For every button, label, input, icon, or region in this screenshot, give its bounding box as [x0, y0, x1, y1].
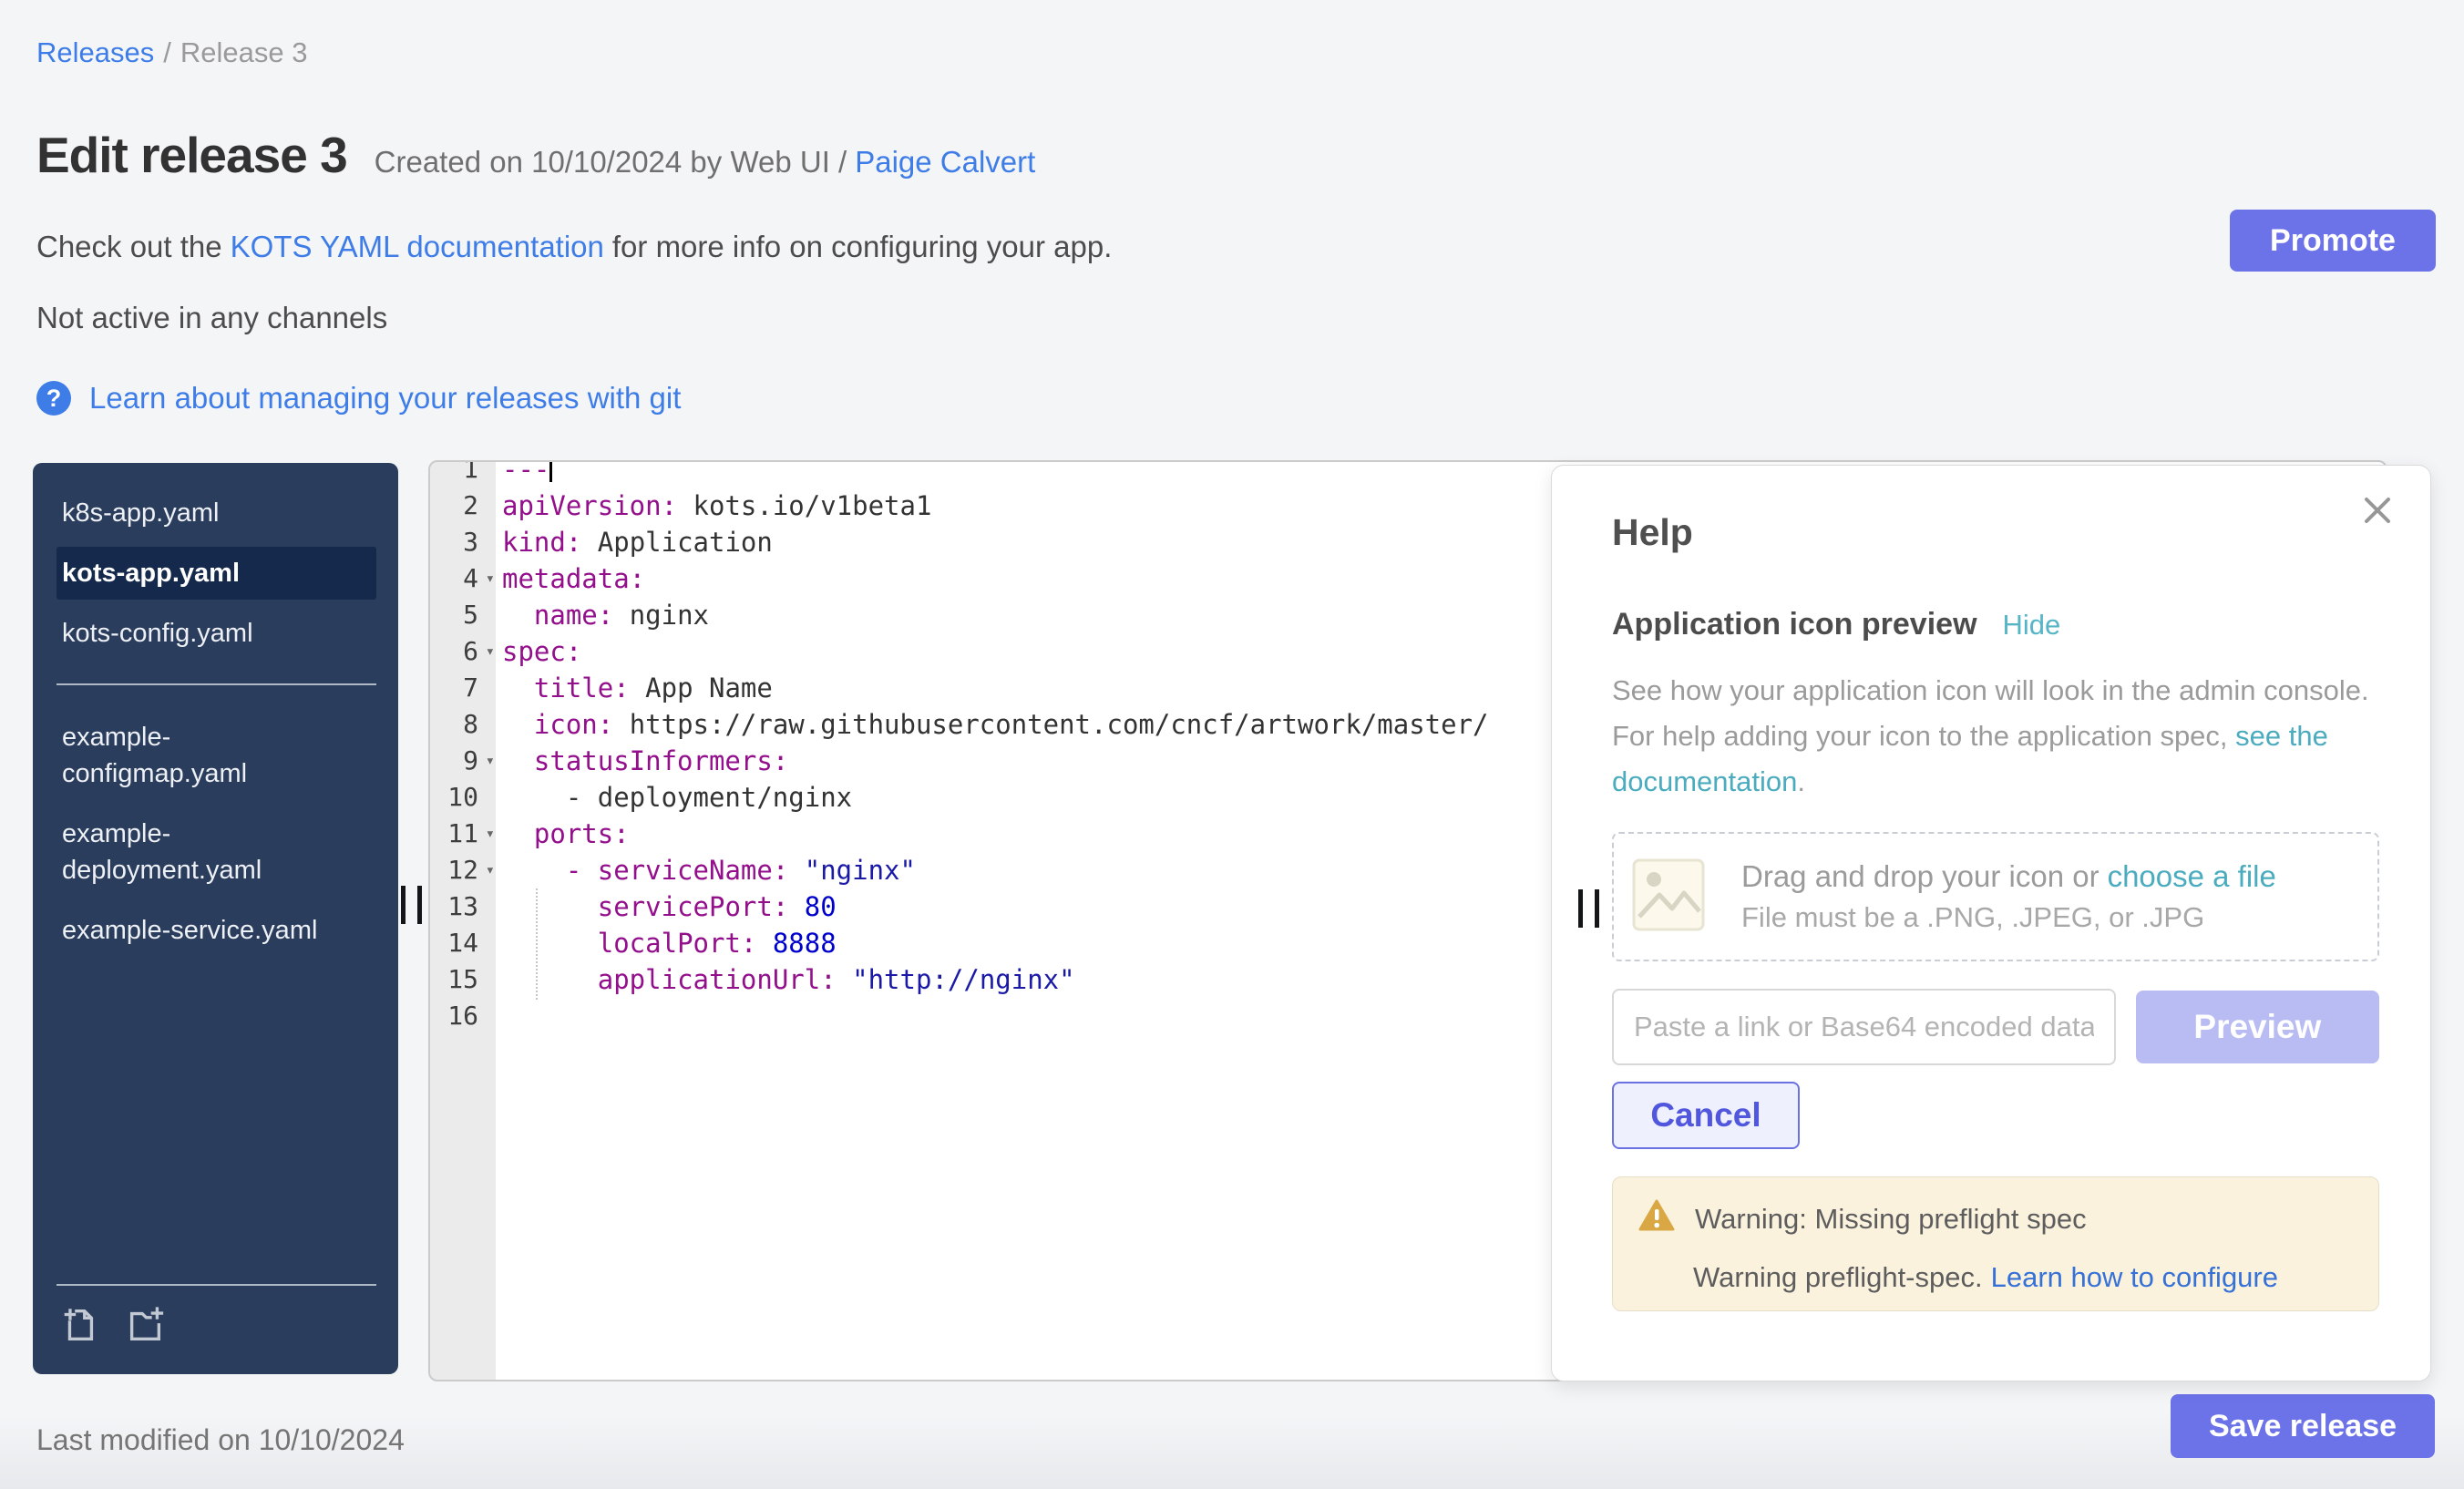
code-line-text: applicationUrl: "http://nginx"	[494, 961, 1075, 998]
line-number: 14	[430, 925, 494, 961]
warning-body: Warning preflight-spec.	[1693, 1261, 1983, 1293]
line-number: 7	[430, 670, 494, 706]
code-line-text: spec:	[494, 633, 581, 670]
created-prefix: Created on 10/10/2024 by Web UI /	[375, 145, 847, 179]
question-circle-icon: ?	[36, 381, 71, 416]
file-tree-item-kots-app.yaml[interactable]: kots-app.yaml	[56, 547, 376, 600]
code-line-text	[494, 998, 502, 1034]
warning-title: Warning: Missing preflight spec	[1695, 1203, 2087, 1236]
created-text: Created on 10/10/2024 by Web UI /Paige C…	[375, 145, 1036, 180]
icon-dropzone[interactable]: Drag and drop your icon orchoose a file …	[1612, 832, 2379, 961]
title-row: Edit release 3 Created on 10/10/2024 by …	[36, 126, 1035, 184]
cancel-button[interactable]: Cancel	[1612, 1082, 1800, 1149]
git-link-row[interactable]: ? Learn about managing your releases wit…	[36, 381, 681, 416]
line-number: 8	[430, 706, 494, 743]
file-tree-divider	[56, 683, 376, 685]
preview-button[interactable]: Preview	[2136, 991, 2379, 1063]
help-description: See how your application icon will look …	[1612, 668, 2379, 805]
file-tree-item-example-service.yaml[interactable]: example-service.yaml	[56, 904, 335, 957]
line-number: 5	[430, 597, 494, 633]
line-number: 13	[430, 888, 494, 925]
code-line-text: servicePort: 80	[494, 888, 837, 925]
indent-guide	[536, 888, 538, 1000]
fold-arrow-icon[interactable]: ▾	[486, 743, 495, 779]
line-number: 10	[430, 779, 494, 816]
page-title: Edit release 3	[36, 126, 347, 184]
image-placeholder-icon	[1632, 858, 1705, 936]
choose-file-link[interactable]: choose a file	[2108, 859, 2276, 893]
file-tree: k8s-app.yaml kots-app.yaml kots-config.yam…	[33, 487, 398, 957]
line-number: 9▾	[430, 743, 494, 779]
hide-link[interactable]: Hide	[2003, 609, 2061, 642]
file-tree-item-example-configmap.yaml[interactable]: example-configmap.yaml	[56, 711, 335, 800]
icon-preview-section-title: Application icon preview	[1612, 607, 1977, 642]
release-editor-page: Releases / Release 3 Edit release 3 Create…	[0, 0, 2464, 1489]
sidebar-footer	[56, 1284, 376, 1350]
fold-arrow-icon[interactable]: ▾	[486, 816, 495, 852]
warning-triangle-icon	[1638, 1199, 1675, 1239]
file-tree-item-kots-config.yaml[interactable]: kots-config.yaml	[56, 607, 335, 660]
dropzone-filetype-hint: File must be a .PNG, .JPEG, or .JPG	[1741, 901, 2276, 934]
add-file-icon[interactable]	[58, 1304, 100, 1350]
code-line-text: icon: https://raw.githubusercontent.com/…	[494, 706, 1489, 743]
file-tree-item-example-deployment.yaml[interactable]: example-deployment.yaml	[56, 807, 335, 897]
code-line-text: - serviceName: "nginx"	[494, 852, 916, 888]
line-number: 6▾	[430, 633, 494, 670]
code-line-text: - deployment/nginx	[494, 779, 852, 816]
line-number: 1	[430, 460, 494, 488]
git-releases-link[interactable]: Learn about managing your releases with …	[89, 381, 681, 416]
line-number: 16	[430, 998, 494, 1034]
docs-prefix: Check out the	[36, 230, 222, 263]
line-number: 4▾	[430, 560, 494, 597]
help-description-period: .	[1797, 765, 1805, 797]
add-folder-icon[interactable]	[124, 1304, 166, 1350]
line-number: 2	[430, 488, 494, 524]
breadcrumb-current: Release 3	[180, 36, 308, 68]
line-number: 15	[430, 961, 494, 998]
code-line-text: ports:	[494, 816, 630, 852]
code-line-text: kind: Application	[494, 524, 773, 560]
save-release-button[interactable]: Save release	[2171, 1394, 2435, 1458]
last-modified-text: Last modified on 10/10/2024	[36, 1423, 405, 1457]
code-line-text: localPort: 8888	[494, 925, 837, 961]
dropzone-instruction: Drag and drop your icon orchoose a file	[1741, 859, 2276, 894]
created-author-link[interactable]: Paige Calvert	[855, 145, 1035, 179]
warning-configure-link[interactable]: Learn how to configure	[1991, 1261, 2278, 1293]
code-line-text: metadata:	[494, 560, 645, 597]
breadcrumb-separator: /	[163, 36, 171, 68]
text-cursor	[549, 460, 552, 482]
fold-arrow-icon[interactable]: ▾	[486, 633, 495, 670]
sidebar-footer-divider	[56, 1284, 376, 1286]
line-number: 3	[430, 524, 494, 560]
file-tree-sidebar: k8s-app.yaml kots-app.yaml kots-config.yam…	[33, 463, 398, 1374]
line-number: 12▾	[430, 852, 494, 888]
code-line-text: statusInformers:	[494, 743, 788, 779]
icon-url-input[interactable]	[1612, 989, 2116, 1065]
fold-arrow-icon[interactable]: ▾	[486, 560, 495, 597]
help-title: Help	[1612, 511, 2379, 554]
sidebar-resize-handle[interactable]	[401, 886, 422, 924]
breadcrumb-link-releases[interactable]: Releases	[36, 36, 154, 68]
breadcrumb: Releases / Release 3	[36, 36, 307, 69]
kots-yaml-docs-link[interactable]: KOTS YAML documentation	[231, 230, 604, 263]
code-line-text: title: App Name	[494, 670, 773, 706]
code-line-text: name: nginx	[494, 597, 709, 633]
promote-button[interactable]: Promote	[2230, 210, 2436, 272]
help-panel-resize-handle[interactable]	[1578, 889, 1599, 928]
code-line-text: ---	[494, 460, 552, 488]
fold-arrow-icon[interactable]: ▾	[486, 852, 495, 888]
file-tree-item-k8s-app.yaml[interactable]: k8s-app.yaml	[56, 487, 335, 539]
channel-status: Not active in any channels	[36, 301, 387, 335]
warning-box: Warning: Missing preflight spec Warning …	[1612, 1176, 2379, 1311]
docs-line: Check out the KOTS YAML documentationfor …	[36, 230, 1112, 264]
code-line-text: apiVersion: kots.io/v1beta1	[494, 488, 931, 524]
docs-suffix: for more info on configuring your app.	[612, 230, 1112, 263]
help-panel: Help Application icon preview Hide See h…	[1551, 465, 2431, 1381]
line-number: 11▾	[430, 816, 494, 852]
close-icon[interactable]	[2357, 491, 2397, 531]
